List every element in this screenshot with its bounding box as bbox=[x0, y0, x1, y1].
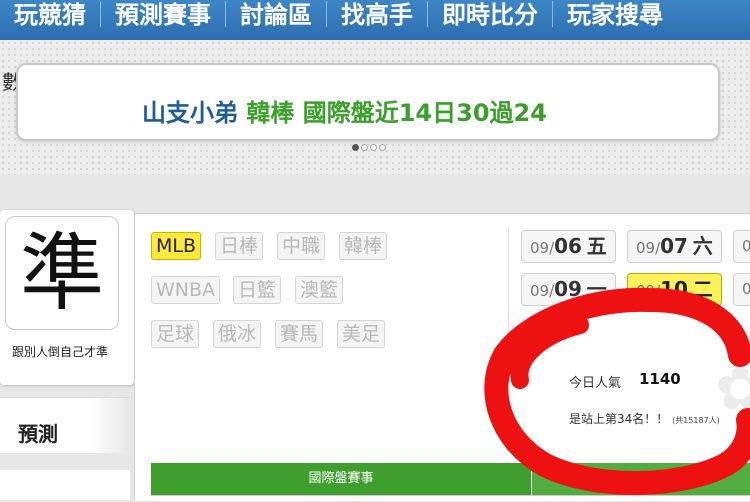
news-marquee[interactable]: 山支小弟 韓棒 國際盤近14日30過24 bbox=[16, 63, 720, 141]
date-month: 09/ bbox=[530, 282, 555, 300]
avatar[interactable]: 準 bbox=[5, 216, 119, 330]
date-0908[interactable]: 0 bbox=[733, 230, 750, 263]
date-0909[interactable]: 09/09 一 bbox=[521, 273, 616, 306]
nav-item-bet[interactable]: 玩競猜 bbox=[0, 0, 100, 30]
table-header-right bbox=[532, 463, 750, 495]
date-month: 09/ bbox=[530, 239, 555, 257]
nav-item-player-search[interactable]: 玩家搜尋 bbox=[553, 0, 677, 30]
date-0910[interactable]: 09/10 二 bbox=[627, 273, 722, 306]
category-kbo[interactable]: 韓棒 bbox=[339, 232, 388, 260]
date-weekday: 二 bbox=[692, 277, 713, 301]
popularity-value: 1140 bbox=[639, 370, 681, 388]
carousel-dot[interactable] bbox=[379, 144, 386, 151]
category-mlb[interactable]: MLB bbox=[151, 232, 202, 260]
carousel-dot[interactable] bbox=[361, 144, 368, 151]
category-npb[interactable]: 日棒 bbox=[215, 232, 264, 260]
carousel-dots bbox=[352, 144, 386, 151]
popularity-label: 今日人氣 bbox=[569, 376, 622, 391]
date-day: 06 bbox=[554, 234, 582, 258]
date-weekday: 六 bbox=[692, 234, 713, 258]
date-0906[interactable]: 09/06 五 bbox=[521, 230, 616, 263]
date-month: 09/ bbox=[636, 239, 661, 257]
table-row bbox=[151, 495, 750, 502]
nav-item-experts[interactable]: 找高手 bbox=[327, 0, 427, 30]
date-month: 09/ bbox=[636, 282, 661, 300]
category-jp-basketball[interactable]: 日籃 bbox=[233, 276, 282, 304]
date-month: 0 bbox=[742, 237, 750, 255]
background-decoration-icon: ✿ bbox=[715, 354, 750, 424]
predict-tab[interactable]: 預測 bbox=[0, 397, 130, 453]
nav-item-live-score[interactable]: 即時比分 bbox=[428, 0, 552, 30]
sidebar-panel bbox=[0, 470, 130, 500]
category-wnba[interactable]: WNBA bbox=[151, 276, 221, 304]
carousel-dot[interactable] bbox=[370, 144, 377, 151]
date-weekday: 五 bbox=[586, 234, 607, 258]
table-header-intl: 國際盤賽事 bbox=[151, 463, 531, 495]
marquee-record: 國際盤近14日30過24 bbox=[302, 99, 547, 127]
nav-item-predict[interactable]: 預測賽事 bbox=[101, 0, 225, 30]
rank-text-main: 是站上第34名！！ bbox=[569, 412, 669, 426]
marquee-user: 山支小弟 bbox=[142, 99, 238, 127]
category-soccer[interactable]: 足球 bbox=[151, 320, 200, 348]
profile-motto: 跟別人倒自己才準 bbox=[12, 345, 109, 359]
category-horse-racing[interactable]: 賽馬 bbox=[275, 320, 324, 348]
date-0911[interactable]: 09 bbox=[733, 273, 750, 306]
top-nav: 玩競猜 預測賽事 討論區 找高手 即時比分 玩家搜尋 bbox=[0, 0, 750, 40]
date-weekday: 一 bbox=[586, 277, 607, 301]
marquee-league: 韓棒 bbox=[246, 99, 295, 127]
date-month: 09 bbox=[742, 280, 750, 298]
predict-tab-label: 預測 bbox=[18, 422, 58, 446]
rank-text: 是站上第34名！！ (共15187人) bbox=[569, 410, 720, 427]
marquee-text: 山支小弟 韓棒 國際盤近14日30過24 bbox=[142, 93, 547, 128]
nav-item-forum[interactable]: 討論區 bbox=[226, 0, 326, 30]
date-day: 07 bbox=[660, 234, 688, 258]
date-day: 09 bbox=[554, 277, 582, 301]
category-au-basketball[interactable]: 澳籃 bbox=[295, 276, 344, 304]
avatar-glyph: 準 bbox=[19, 224, 104, 322]
date-day: 10 bbox=[660, 277, 688, 301]
main-panel: MLB 日棒 中職 韓棒 WNBA 日籃 澳籃 足球 俄冰 賽馬 美足 09/0… bbox=[134, 213, 750, 501]
category-nfl[interactable]: 美足 bbox=[337, 320, 386, 348]
carousel-dot[interactable] bbox=[352, 144, 359, 151]
category-cpbl[interactable]: 中職 bbox=[277, 232, 326, 260]
rank-total: (共15187人) bbox=[672, 416, 720, 425]
profile-card: 準 跟別人倒自己才準 bbox=[0, 210, 134, 385]
panel-divider bbox=[508, 228, 509, 378]
category-khl[interactable]: 俄冰 bbox=[213, 320, 262, 348]
date-0907[interactable]: 09/07 六 bbox=[627, 230, 722, 263]
